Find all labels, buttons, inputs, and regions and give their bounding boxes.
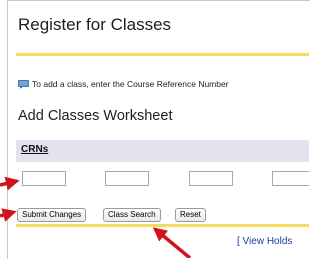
crn-input-2[interactable] bbox=[105, 171, 149, 186]
crn-header-bar: CRNs bbox=[16, 140, 309, 162]
page-title: Register for Classes bbox=[18, 15, 172, 34]
crn-header-label: CRNs bbox=[21, 144, 49, 155]
title-divider bbox=[16, 53, 309, 56]
crn-input-4[interactable] bbox=[272, 171, 309, 186]
info-message: To add a class, enter the Course Referen… bbox=[18, 79, 229, 89]
info-note-icon bbox=[18, 79, 29, 89]
crn-input-3[interactable] bbox=[189, 171, 233, 186]
class-search-button[interactable]: Class Search bbox=[103, 208, 161, 222]
crn-input-1[interactable] bbox=[22, 171, 66, 186]
info-text: To add a class, enter the Course Referen… bbox=[32, 79, 229, 89]
reset-button[interactable]: Reset bbox=[175, 208, 206, 222]
view-holds-link[interactable]: [ View Holds bbox=[237, 236, 292, 247]
worksheet-heading: Add Classes Worksheet bbox=[18, 108, 173, 124]
submit-changes-button[interactable]: Submit Changes bbox=[17, 208, 87, 222]
bottom-divider bbox=[16, 224, 309, 227]
